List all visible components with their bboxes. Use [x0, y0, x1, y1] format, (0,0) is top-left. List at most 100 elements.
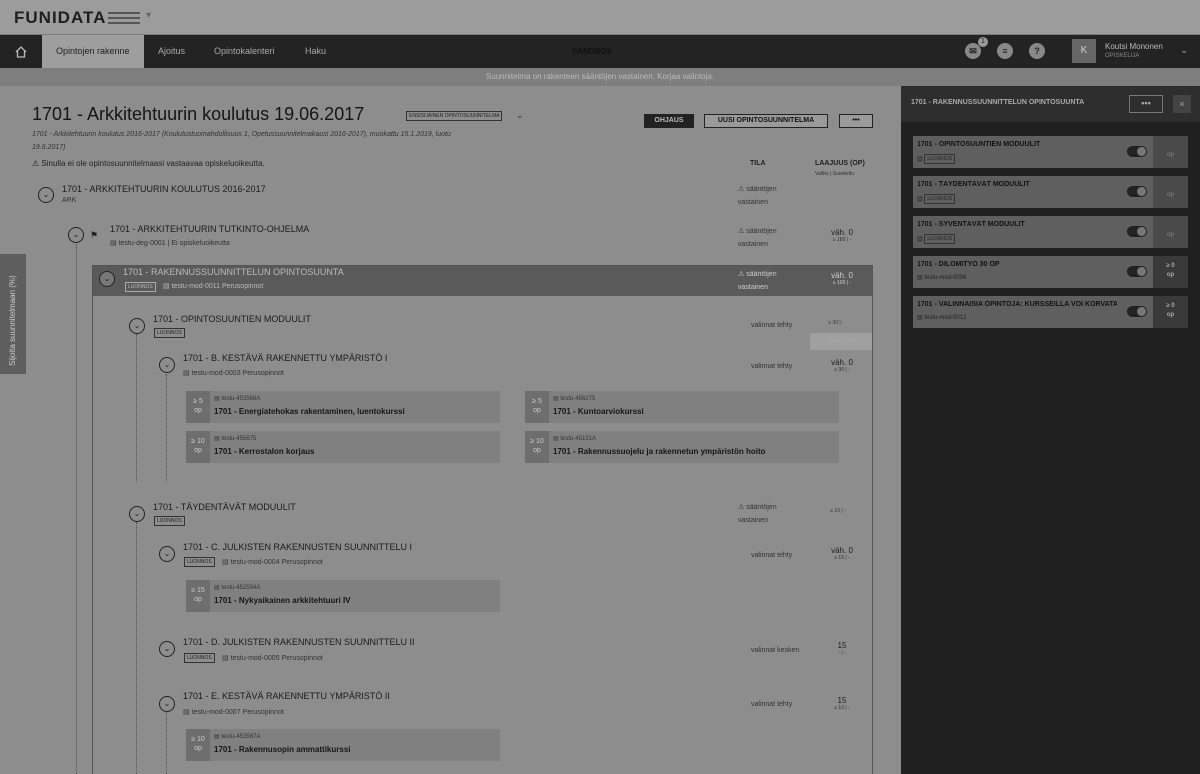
course-credits: ≥ 15 op: [186, 580, 210, 612]
course-code: ▤ testu-453567A: [214, 733, 260, 740]
panel-module-card[interactable]: 1701 - TÄYDENTÄVÄT MODUULIT ▤ LUONNOS op: [913, 176, 1188, 208]
user-name[interactable]: Koutsi Mononen: [1105, 42, 1163, 51]
course-credit-unit: op: [194, 745, 202, 752]
credit-unit: op: [1167, 232, 1174, 238]
education-title[interactable]: 1701 - ARKKITEHTUURIN KOULUTUS 2016-2017: [62, 184, 266, 194]
course-name: 1701 - Energiatehokas rakentaminen, luen…: [214, 407, 405, 416]
track-credits: väh. 0 ≥ 100 | -: [822, 271, 862, 286]
module-title[interactable]: 1701 - B. KESTÄVÄ RAKENNETTU YMPÄRISTÖ I: [183, 353, 387, 363]
panel-module-code: testu-mod-0012: [924, 315, 967, 321]
guidance-button[interactable]: OHJAUS: [644, 114, 694, 128]
course-card[interactable]: ≥ 15 op ▤ testu-452504A 1701 - Nykyaikain…: [186, 580, 500, 612]
collapse-toggle[interactable]: ⌄: [99, 271, 115, 287]
module-credits: 15- | -: [822, 641, 862, 656]
course-card[interactable]: ≥ 5 op ▤ testu-456275 1701 - Kuntoarvioku…: [525, 391, 839, 423]
course-card[interactable]: ≥ 10 op ▤ testu-45151A 1701 - Rakennussuo…: [525, 431, 839, 463]
module-toggle-switch[interactable]: [1127, 186, 1147, 197]
document-icon: ▤: [110, 240, 119, 247]
course-code: ▤ testu-45151A: [553, 435, 596, 442]
credit-range: ≥ 10 | -: [834, 705, 850, 711]
module-credits: väh. 0 ≥ 15 | -: [822, 546, 862, 561]
tab-timing[interactable]: Ajoitus: [144, 35, 199, 68]
module-meta-text: testu-mod-0003 Perusopinnot: [191, 370, 284, 377]
course-name: 1701 - Nykyaikainen arkkitehtuuri IV: [214, 596, 351, 605]
collapse-toggle[interactable]: ⌄: [129, 506, 145, 522]
track-title[interactable]: 1701 - RAKENNUSSUUNNITTELUN OPINTOSUUNTA: [123, 267, 344, 277]
brand-bar: FUNIDATA ▾: [0, 0, 1200, 35]
draft-tag: LUONNOS: [184, 653, 215, 663]
draft-tag: LUONNOS: [924, 154, 956, 164]
draft-tag: LUONNOS: [154, 516, 185, 526]
panel-module-meta: ▤ LUONNOS: [917, 154, 956, 164]
credit-unit: op: [1166, 312, 1175, 318]
module-toggle-switch[interactable]: [1127, 306, 1147, 317]
brand-logo: FUNIDATA: [14, 8, 107, 27]
module-toggle-switch[interactable]: [1127, 266, 1147, 277]
module-title[interactable]: 1701 - D. JULKISTEN RAKENNUSTEN SUUNNITT…: [183, 637, 415, 647]
module-title[interactable]: 1701 - OPINTOSUUNTIEN MODUULIT: [153, 314, 311, 324]
close-icon[interactable]: ×: [1173, 95, 1191, 113]
place-in-plan-tab[interactable]: Sijoita suunnitelmaan (%): [0, 254, 26, 374]
module-title[interactable]: 1701 - C. JULKISTEN RAKENNUSTEN SUUNNITT…: [183, 542, 412, 552]
avatar[interactable]: K: [1072, 39, 1096, 63]
panel-module-card[interactable]: 1701 - VALINNAISIA OPINTOJA: KURSSEILLA …: [913, 296, 1188, 328]
credit-unit: op: [1167, 192, 1174, 198]
credit-value: väh. 0: [831, 228, 853, 237]
course-credit-value: ≥ 5: [193, 398, 203, 405]
home-icon[interactable]: [0, 35, 42, 68]
course-name: 1701 - Rakennussuojelu ja rakennetun ymp…: [553, 447, 766, 456]
tab-study-structure[interactable]: Opintojen rakenne: [42, 35, 144, 68]
module-toggle-switch[interactable]: [1127, 226, 1147, 237]
panel-title: 1701 - RAKENNUSSUUNNITTELUN OPINTOSUUNTA: [911, 99, 1085, 106]
collapse-toggle[interactable]: ⌄: [38, 187, 54, 203]
panel-module-title: 1701 - DILOMITYÖ 30 OP: [917, 261, 1000, 268]
chevron-down-icon[interactable]: ⌄: [1180, 45, 1188, 56]
course-name: 1701 - Kuntoarviokurssi: [553, 407, 644, 416]
collapse-toggle[interactable]: ⌄: [129, 318, 145, 334]
course-card[interactable]: ≥ 10 op ▤ testu-453567A 1701 - Rakennusop…: [186, 729, 500, 761]
programme-title[interactable]: 1701 - ARKKITEHTUURIN TUTKINTO-OHJELMA: [110, 224, 309, 234]
programme-credits: väh. 0 ≥ 180 | -: [822, 228, 862, 243]
track-meta: ▤ testu-mod-0011 Perusopinnot: [163, 282, 263, 290]
collapse-toggle[interactable]: ⌄: [68, 227, 84, 243]
page-title: 1701 - Arkkitehtuurin koulutus 19.06.201…: [32, 104, 365, 124]
app-menu-icon[interactable]: [108, 12, 140, 24]
help-icon[interactable]: ?: [1029, 43, 1045, 59]
module-title[interactable]: 1701 - TÄYDENTÄVÄT MODUULIT: [153, 502, 296, 512]
chevron-down-icon[interactable]: ⌄: [516, 110, 524, 121]
panel-module-card[interactable]: 1701 - DILOMITYÖ 30 OP ▤ testu-mod-0006 …: [913, 256, 1188, 288]
course-code: ▤ testu-453568A: [214, 395, 260, 402]
document-icon: ▤: [917, 156, 925, 163]
credits-column-subheader: Valittu | Suoritettu: [815, 171, 855, 177]
course-credit-unit: op: [194, 596, 202, 603]
warning-icon: ⚠: [738, 186, 747, 193]
credit-value: väh. 0: [831, 546, 853, 555]
module-credits: väh. 0 ≥ 30 | -: [822, 358, 862, 373]
add-credits-hint[interactable]: Lisää ≥ 30: [810, 333, 872, 350]
panel-module-card[interactable]: 1701 - OPINTOSUUNTIEN MODUULIT ▤ LUONNOS…: [913, 136, 1188, 168]
panel-module-card[interactable]: 1701 - SYVENTÄVÄT MODUULIT ▤ LUONNOS op: [913, 216, 1188, 248]
course-credit-value: ≥ 15: [191, 587, 205, 594]
course-card[interactable]: ≥ 5 op ▤ testu-453568A 1701 - Energiateho…: [186, 391, 500, 423]
course-card[interactable]: ≥ 10 op ▤ testu-455675 1701 - Kerrostalon…: [186, 431, 500, 463]
more-options-button[interactable]: •••: [839, 114, 873, 128]
document-icon[interactable]: ≡: [997, 43, 1013, 59]
collapse-toggle[interactable]: ⌄: [159, 357, 175, 373]
module-meta: ▤ testu-mod-0005 Perusopinnot: [222, 654, 323, 662]
programme-meta: ▤ testu-deg-0001 | Ei opiskeluoikeutta: [110, 239, 230, 247]
draft-tag: LUONNOS: [154, 328, 185, 338]
chevron-down-icon[interactable]: ▾: [146, 10, 151, 21]
collapse-toggle[interactable]: ⌄: [159, 546, 175, 562]
course-code: ▤ testu-452504A: [214, 584, 260, 591]
tab-search[interactable]: Haku: [291, 35, 340, 68]
document-icon: ▤: [222, 559, 231, 566]
collapse-toggle[interactable]: ⌄: [159, 696, 175, 712]
module-toggle-switch[interactable]: [1127, 146, 1147, 157]
course-credits: ≥ 10 op: [525, 431, 549, 463]
module-title[interactable]: 1701 - E. KESTÄVÄ RAKENNETTU YMPÄRISTÖ I…: [183, 691, 390, 701]
module-status: valinnat tehty: [751, 363, 793, 370]
panel-more-button[interactable]: •••: [1129, 95, 1163, 113]
collapse-toggle[interactable]: ⌄: [159, 641, 175, 657]
tab-study-calendar[interactable]: Opintokalenteri: [200, 35, 289, 68]
new-plan-button[interactable]: UUSI OPINTOSUUNNITELMA: [704, 114, 828, 128]
